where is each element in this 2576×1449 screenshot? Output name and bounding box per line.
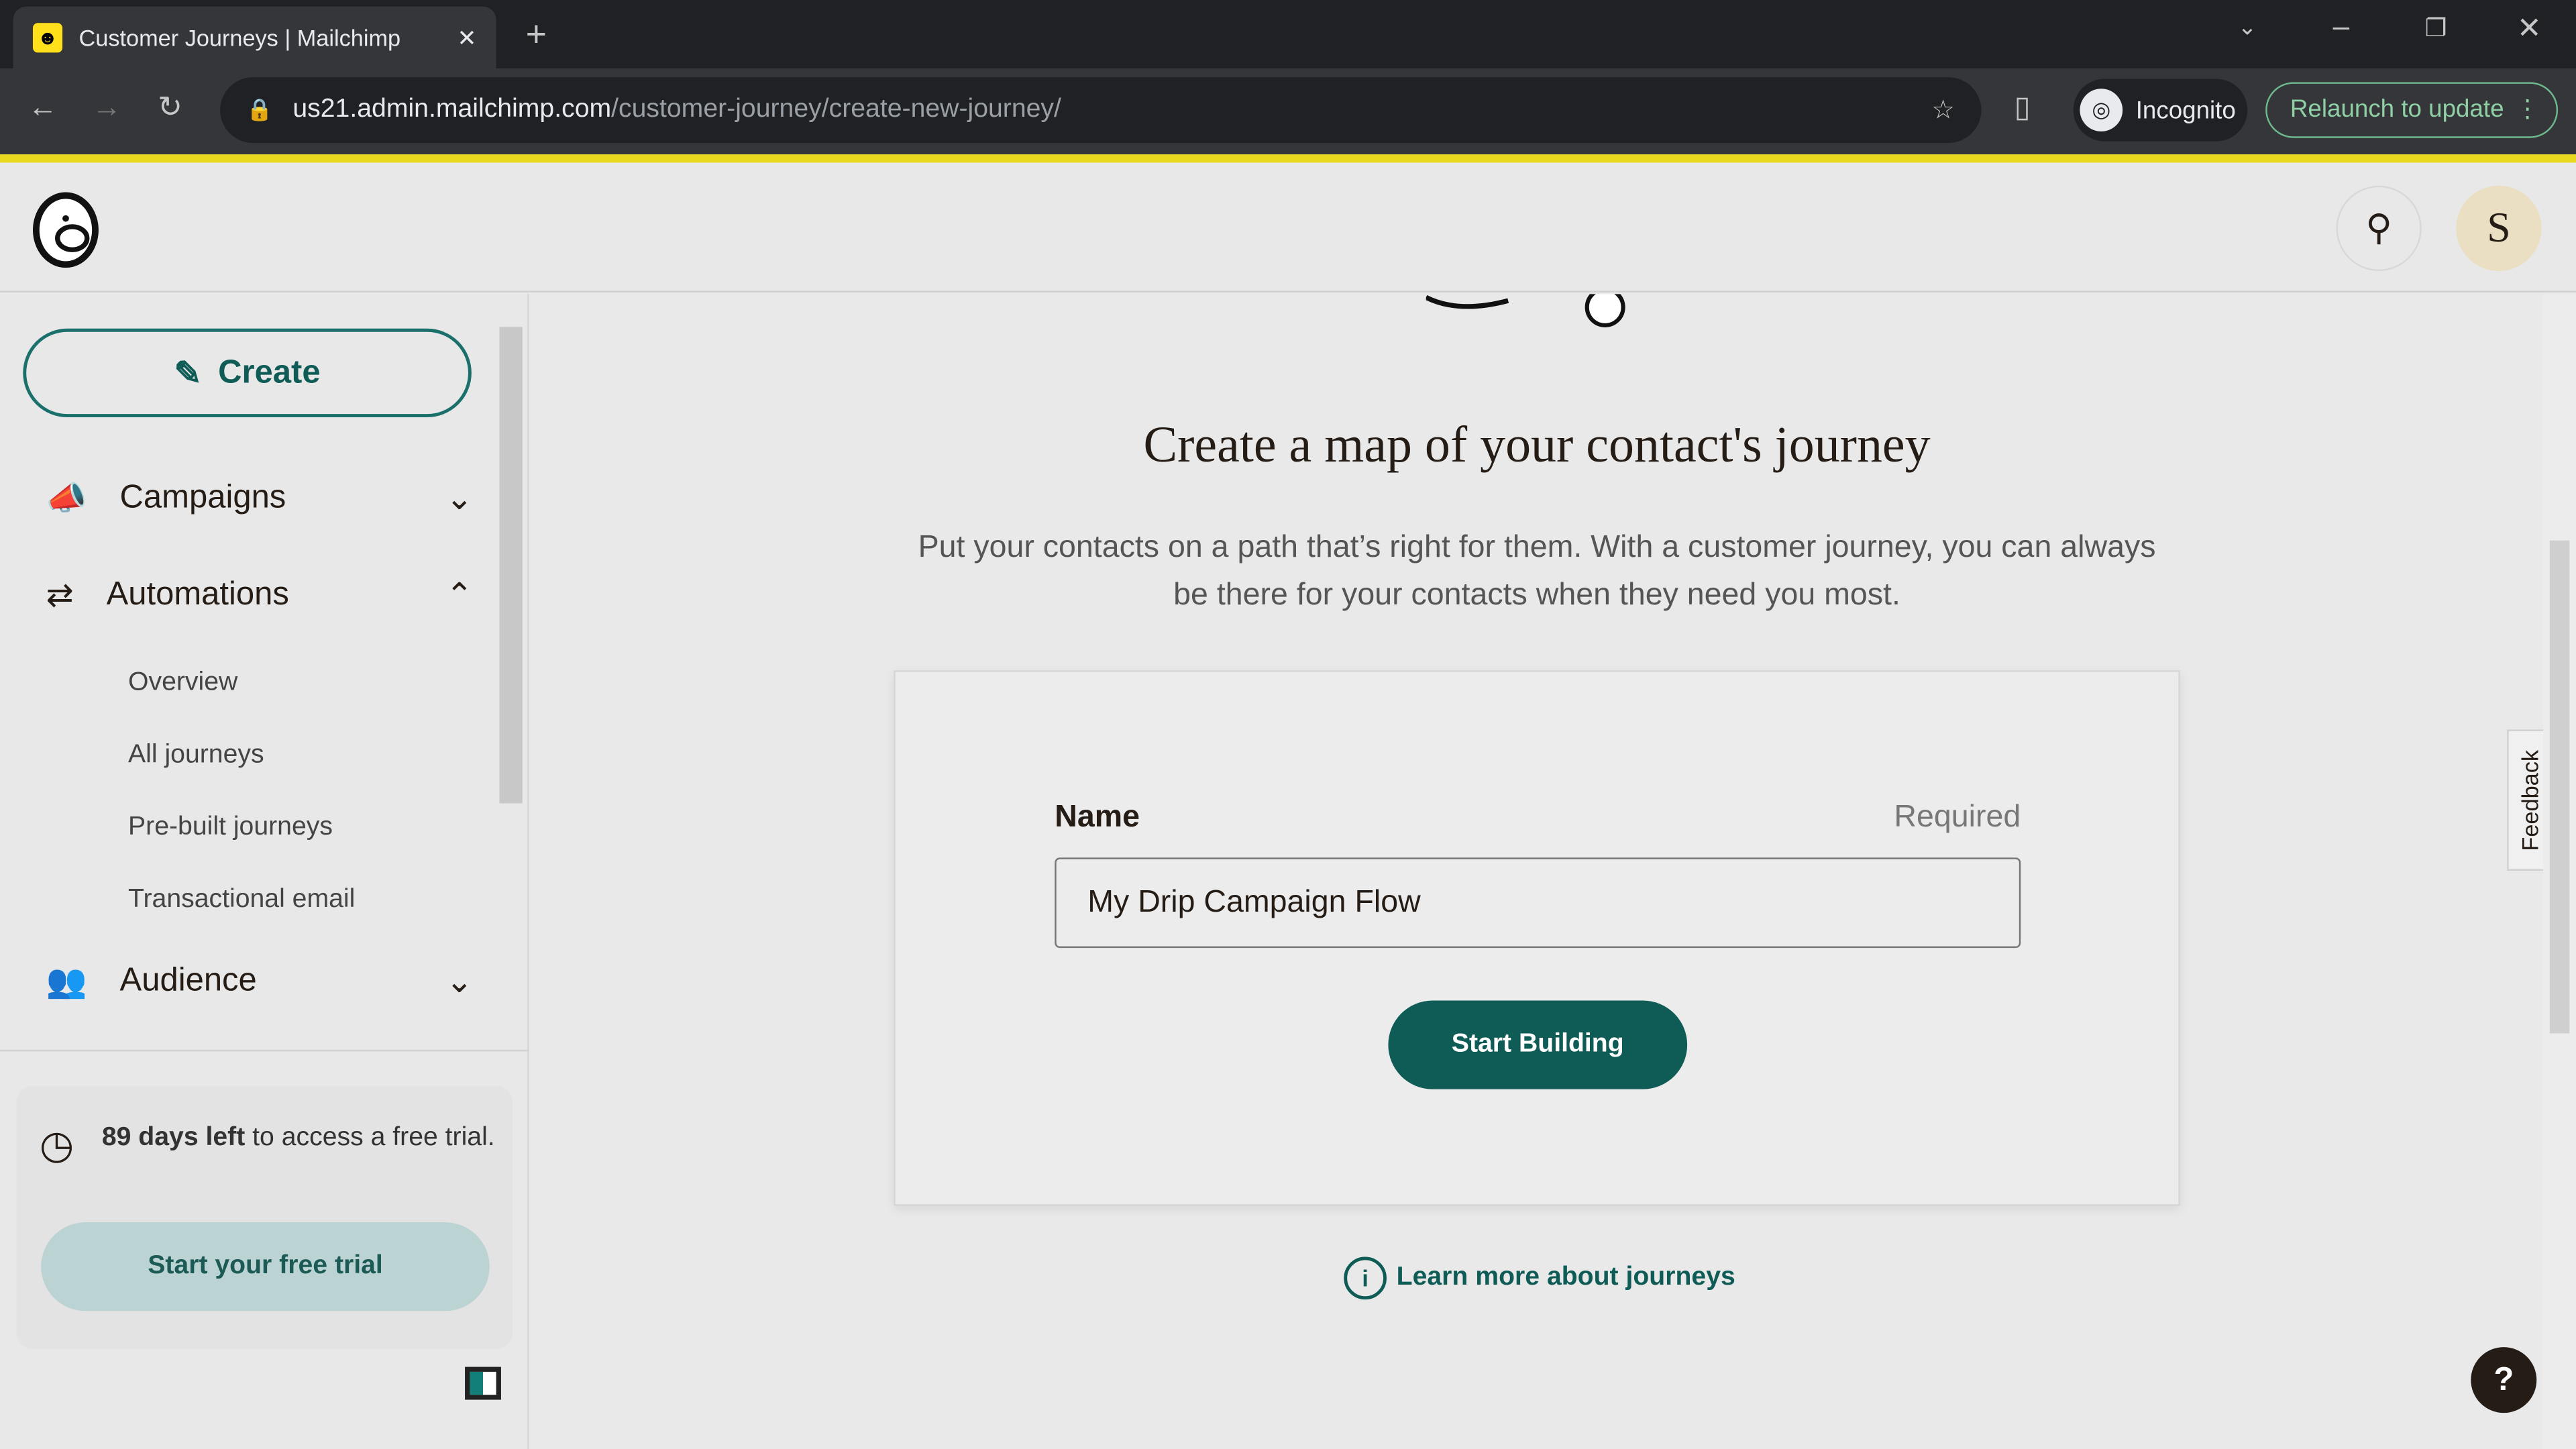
url-host: us21.admin.mailchimp.com [292, 95, 612, 123]
start-building-button[interactable]: Start Building [1388, 1000, 1688, 1089]
automations-icon: ⇄ [46, 578, 74, 614]
url-path: /customer-journey/create-new-journey/ [611, 95, 1061, 123]
accent-bar [0, 154, 2576, 163]
search-button[interactable]: ⚲ [2336, 185, 2422, 272]
tab-strip: ☻ Customer Journeys | Mailchimp ✕ + ⌄ – … [0, 0, 2576, 69]
pencil-icon: ✎ [174, 356, 202, 392]
megaphone-icon: 📣 [46, 481, 87, 518]
sidebar-subitem-overview[interactable]: Overview [128, 669, 237, 698]
chevron-down-icon: ⌄ [445, 964, 474, 1001]
audience-label: Audience [119, 963, 257, 999]
trial-rest: to access a free trial. [245, 1124, 495, 1152]
reload-icon[interactable]: ↻ [158, 91, 182, 125]
restore-icon[interactable]: ❐ [2425, 13, 2447, 43]
sidebar: ✎ Create 📣 Campaigns ⌄ ⇄ Automations ⌃ Overvi… [0, 294, 529, 1449]
close-tab-icon[interactable]: ✕ [457, 24, 476, 52]
journey-illustration [1426, 294, 1625, 327]
learn-more-link[interactable]: i Learn more about journeys [1344, 1256, 1735, 1300]
page-scrollbar-thumb[interactable] [2549, 540, 2570, 1034]
sidebar-subitem-transactional-email[interactable]: Transactional email [128, 885, 355, 915]
incognito-label: Incognito [2135, 96, 2236, 124]
tab-search-icon[interactable]: ⌄ [2238, 13, 2257, 42]
chevron-down-icon: ⌄ [445, 481, 474, 518]
trial-days: 89 days left [101, 1124, 246, 1152]
incognito-icon: ◎ [2080, 89, 2123, 131]
scrollbar-thumb[interactable] [499, 327, 523, 804]
menu-dots-icon[interactable]: ⋮ [2515, 84, 2540, 136]
sidebar-subitem-pre-built-journeys[interactable]: Pre-built journeys [128, 813, 333, 843]
automations-label: Automations [106, 576, 289, 613]
help-button[interactable]: ? [2471, 1347, 2537, 1413]
divider [0, 1049, 529, 1052]
audience-icon: 👥 [46, 964, 87, 1001]
browser-tab[interactable]: ☻ Customer Journeys | Mailchimp ✕ [13, 6, 496, 69]
sidebar-item-campaigns[interactable]: 📣 Campaigns ⌄ [46, 478, 474, 519]
sidebar-item-automations[interactable]: ⇄ Automations ⌃ [46, 575, 474, 616]
incognito-indicator[interactable]: ◎ Incognito [2073, 78, 2248, 142]
side-panel-icon[interactable]: ▯ [2014, 91, 2030, 125]
bookmark-star-icon[interactable]: ☆ [1931, 94, 1955, 127]
url: us21.admin.mailchimp.com/customer-journe… [292, 95, 1061, 125]
mailchimp-favicon-icon: ☻ [32, 23, 63, 53]
required-label: Required [1894, 800, 2021, 835]
avatar[interactable]: S [2456, 185, 2542, 272]
back-icon[interactable]: ← [28, 91, 58, 125]
sidebar-item-audience[interactable]: 👥 Audience ⌄ [46, 961, 474, 1002]
minimize-icon[interactable]: – [2333, 10, 2350, 44]
lock-icon: 🔒 [246, 97, 273, 122]
close-window-icon[interactable]: ✕ [2517, 11, 2542, 46]
tab-title: Customer Journeys | Mailchimp [78, 24, 401, 51]
relaunch-label: Relaunch to update [2290, 95, 2504, 123]
relaunch-button[interactable]: Relaunch to update ⋮ [2265, 82, 2559, 138]
chevron-up-icon: ⌃ [445, 578, 474, 614]
name-label: Name [1055, 800, 1140, 835]
app-header: ⚲ S [0, 162, 2576, 292]
create-label: Create [218, 354, 321, 390]
collapse-sidebar-icon[interactable] [465, 1366, 501, 1400]
sidebar-subitem-all-journeys[interactable]: All journeys [128, 741, 264, 770]
start-free-trial-button[interactable]: Start your free trial [41, 1222, 490, 1311]
create-button[interactable]: ✎ Create [23, 328, 472, 418]
clock-icon: ◷ [39, 1124, 74, 1169]
journey-name-input[interactable]: My Drip Campaign Flow [1055, 857, 2021, 949]
page-description: Put your contacts on a path that’s right… [918, 531, 2156, 613]
learn-more-label: Learn more about journeys [1396, 1263, 1735, 1291]
trial-text: 89 days left to access a free trial. [102, 1119, 496, 1159]
campaigns-label: Campaigns [119, 480, 286, 516]
info-icon: i [1344, 1256, 1387, 1300]
page-title: Create a map of your contact's journey [1143, 415, 1931, 474]
trial-box: ◷ 89 days left to access a free trial. S… [16, 1085, 513, 1349]
journey-form-card: Name Required My Drip Campaign Flow Star… [894, 670, 2180, 1206]
browser-toolbar: ← → ↻ 🔒 us21.admin.mailchimp.com/custome… [0, 68, 2576, 155]
main-content: Create a map of your contact's journey P… [531, 294, 2557, 1449]
sidebar-scrollbar[interactable] [499, 304, 523, 1043]
page-scrollbar[interactable] [2543, 294, 2576, 1449]
forward-icon[interactable]: → [92, 91, 121, 125]
search-icon: ⚲ [2365, 207, 2392, 248]
avatar-initial: S [2487, 203, 2511, 252]
new-tab-icon[interactable]: + [526, 13, 547, 56]
mailchimp-logo[interactable] [26, 189, 105, 268]
address-bar[interactable]: 🔒 us21.admin.mailchimp.com/customer-jour… [220, 77, 1982, 144]
